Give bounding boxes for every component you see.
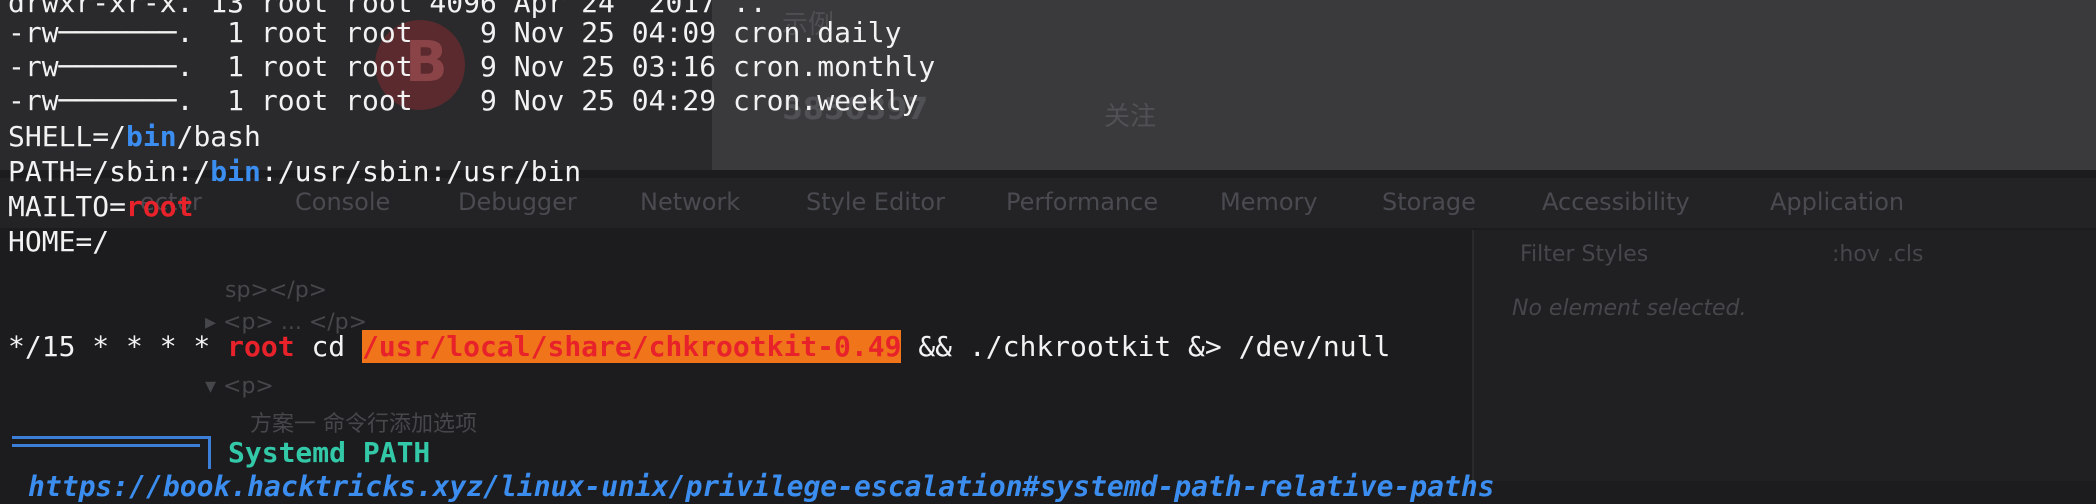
env-shell: SHELL=/bin/bash bbox=[8, 120, 261, 153]
env-mailto: MAILTO=root bbox=[8, 190, 194, 223]
section-title: Systemd PATH bbox=[228, 436, 431, 469]
cron-user: root bbox=[227, 330, 295, 363]
cron-schedule: */15 * * * * bbox=[8, 330, 228, 363]
cron-entry: */15 * * * * root cd /usr/local/share/ch… bbox=[8, 330, 1391, 363]
reference-link[interactable]: https://book.hacktricks.xyz/linux-unix/p… bbox=[28, 470, 1495, 504]
file-perms: -rw───────. bbox=[8, 16, 194, 49]
cron-highlighted-dir: /usr/local/share/chkrootkit-0.49 bbox=[362, 330, 902, 363]
file-name: cron.daily bbox=[732, 16, 902, 49]
file-name: cron.weekly bbox=[732, 84, 919, 117]
env-path: PATH=/sbin:/bin:/usr/sbin:/usr/bin bbox=[8, 155, 582, 188]
section-bracket bbox=[12, 444, 200, 467]
file-perms: -rw───────. bbox=[8, 50, 194, 83]
listing-row: -rw───────. 1 root root 9 Nov 25 04:29 c… bbox=[8, 84, 919, 117]
listing-row: -rw───────. 1 root root 9 Nov 25 04:09 c… bbox=[8, 16, 902, 49]
file-name: cron.monthly bbox=[732, 50, 936, 83]
terminal-output[interactable]: drwxr-xr-x. 13 root root 4096 Apr 24 201… bbox=[0, 0, 2096, 503]
listing-row: -rw───────. 1 root root 9 Nov 25 03:16 c… bbox=[8, 50, 936, 83]
file-perms: -rw───────. bbox=[8, 84, 194, 117]
env-home: HOME=/ bbox=[8, 225, 110, 258]
